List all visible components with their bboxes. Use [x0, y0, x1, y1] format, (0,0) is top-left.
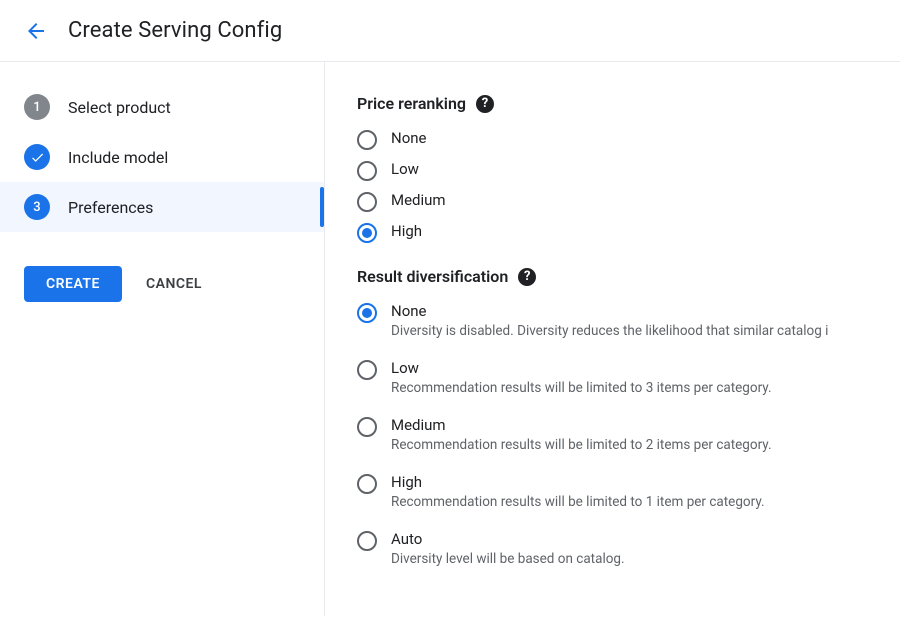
radio-icon	[357, 474, 377, 494]
radio-label: High	[391, 222, 422, 240]
radio-content: Auto Diversity level will be based on ca…	[391, 530, 625, 569]
page-title: Create Serving Config	[68, 18, 282, 43]
price-reranking-header: Price reranking ?	[357, 94, 900, 113]
cancel-button[interactable]: CANCEL	[146, 276, 202, 292]
step-number-badge: 1	[24, 94, 50, 120]
help-icon[interactable]: ?	[518, 268, 536, 286]
step-include-model[interactable]: Include model	[0, 132, 324, 182]
radio-low[interactable]: Low	[357, 160, 900, 181]
radio-label: Low	[391, 359, 772, 377]
radio-description: Diversity is disabled. Diversity reduces…	[391, 322, 828, 341]
step-label: Select product	[68, 98, 171, 117]
price-reranking-radio-group: None Low Medium High	[357, 129, 900, 243]
step-check-badge	[24, 144, 50, 170]
step-number-badge: 3	[24, 194, 50, 220]
radio-high[interactable]: High Recommendation results will be limi…	[357, 473, 900, 512]
radio-label: Low	[391, 160, 419, 178]
radio-icon	[357, 303, 377, 323]
sidebar-actions: CREATE CANCEL	[0, 242, 324, 326]
step-preferences[interactable]: 3 Preferences	[0, 182, 324, 232]
radio-description: Recommendation results will be limited t…	[391, 493, 765, 512]
radio-medium[interactable]: Medium Recommendation results will be li…	[357, 416, 900, 455]
radio-high[interactable]: High	[357, 222, 900, 243]
step-label: Preferences	[68, 198, 153, 217]
step-label: Include model	[68, 148, 168, 167]
checkmark-icon	[30, 150, 45, 165]
radio-description: Recommendation results will be limited t…	[391, 379, 772, 398]
section-title: Result diversification	[357, 267, 508, 286]
radio-medium[interactable]: Medium	[357, 191, 900, 212]
radio-description: Recommendation results will be limited t…	[391, 436, 772, 455]
page-header: Create Serving Config	[0, 0, 900, 62]
radio-auto[interactable]: Auto Diversity level will be based on ca…	[357, 530, 900, 569]
help-icon[interactable]: ?	[476, 95, 494, 113]
section-title: Price reranking	[357, 94, 466, 113]
radio-icon	[357, 130, 377, 150]
main-panel: Price reranking ? None Low Medium High R…	[325, 62, 900, 616]
radio-content: High Recommendation results will be limi…	[391, 473, 765, 512]
result-diversification-radio-group: None Diversity is disabled. Diversity re…	[357, 302, 900, 568]
radio-description: Diversity level will be based on catalog…	[391, 550, 625, 569]
radio-icon	[357, 161, 377, 181]
content: 1 Select product Include model 3 Prefere…	[0, 62, 900, 616]
radio-label: High	[391, 473, 765, 491]
radio-icon	[357, 192, 377, 212]
radio-content: Medium Recommendation results will be li…	[391, 416, 772, 455]
radio-none[interactable]: None	[357, 129, 900, 150]
radio-content: Low Recommendation results will be limit…	[391, 359, 772, 398]
back-arrow-icon[interactable]	[24, 19, 48, 43]
step-select-product[interactable]: 1 Select product	[0, 82, 324, 132]
radio-low[interactable]: Low Recommendation results will be limit…	[357, 359, 900, 398]
radio-none[interactable]: None Diversity is disabled. Diversity re…	[357, 302, 900, 341]
radio-label: None	[391, 302, 828, 320]
radio-icon	[357, 417, 377, 437]
radio-label: None	[391, 129, 427, 147]
radio-label: Auto	[391, 530, 625, 548]
radio-label: Medium	[391, 191, 446, 209]
result-diversification-header: Result diversification ?	[357, 267, 900, 286]
radio-icon	[357, 531, 377, 551]
radio-icon	[357, 223, 377, 243]
radio-label: Medium	[391, 416, 772, 434]
radio-icon	[357, 360, 377, 380]
radio-content: None Diversity is disabled. Diversity re…	[391, 302, 828, 341]
create-button[interactable]: CREATE	[24, 266, 122, 302]
sidebar: 1 Select product Include model 3 Prefere…	[0, 62, 325, 616]
